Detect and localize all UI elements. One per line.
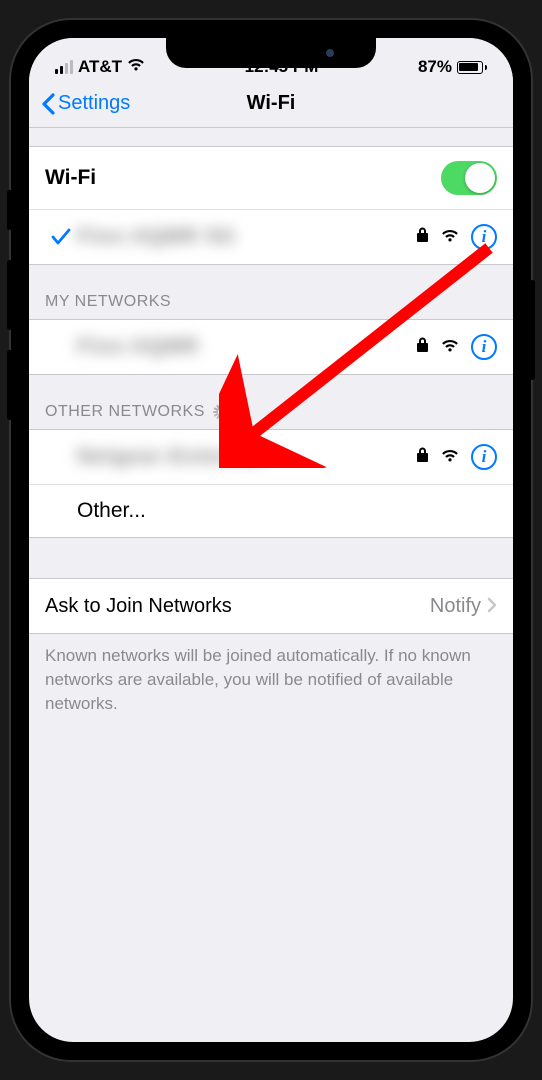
cellular-signal-icon xyxy=(55,60,73,74)
ask-to-join-footer: Known networks will be joined automatica… xyxy=(29,634,513,735)
other-networks-header: OTHER NETWORKS xyxy=(29,375,513,429)
other-network-manual-row[interactable]: Other... xyxy=(29,484,513,538)
ask-to-join-label: Ask to Join Networks xyxy=(45,595,430,618)
info-button[interactable]: i xyxy=(471,334,497,360)
navigation-bar: Settings Wi-Fi xyxy=(29,82,513,128)
wifi-toggle[interactable] xyxy=(441,161,497,195)
connected-network-row[interactable]: Fios-XQMR 5G i xyxy=(29,209,513,265)
lock-icon xyxy=(416,336,429,359)
battery-percentage: 87% xyxy=(418,57,452,77)
info-button[interactable]: i xyxy=(471,224,497,250)
ask-to-join-value: Notify xyxy=(430,595,481,618)
back-label: Settings xyxy=(58,92,130,115)
connected-network-name: Fios-XQMR 5G xyxy=(77,225,416,249)
chevron-left-icon xyxy=(41,93,55,115)
wifi-icon xyxy=(441,336,459,359)
my-networks-header: MY NETWORKS xyxy=(29,265,513,319)
lock-icon xyxy=(416,446,429,469)
ask-to-join-row[interactable]: Ask to Join Networks Notify xyxy=(29,578,513,634)
page-title: Wi-Fi xyxy=(247,92,296,115)
other-network-row[interactable]: Netgear-Extender i xyxy=(29,429,513,484)
other-label: Other... xyxy=(77,499,497,523)
back-button[interactable]: Settings xyxy=(41,92,130,115)
checkmark-icon xyxy=(45,228,77,246)
wifi-label: Wi-Fi xyxy=(45,166,441,190)
chevron-right-icon xyxy=(487,593,497,619)
carrier-label: AT&T xyxy=(78,57,122,77)
loading-spinner-icon xyxy=(213,404,229,420)
info-button[interactable]: i xyxy=(471,444,497,470)
wifi-toggle-row: Wi-Fi xyxy=(29,146,513,209)
network-name: Fios-XQMR xyxy=(77,335,416,359)
lock-icon xyxy=(416,226,429,249)
wifi-status-icon xyxy=(127,57,145,77)
wifi-icon xyxy=(441,226,459,249)
wifi-icon xyxy=(441,446,459,469)
my-network-row[interactable]: Fios-XQMR i xyxy=(29,319,513,375)
battery-icon xyxy=(457,61,487,74)
network-name: Netgear-Extender xyxy=(77,445,416,469)
